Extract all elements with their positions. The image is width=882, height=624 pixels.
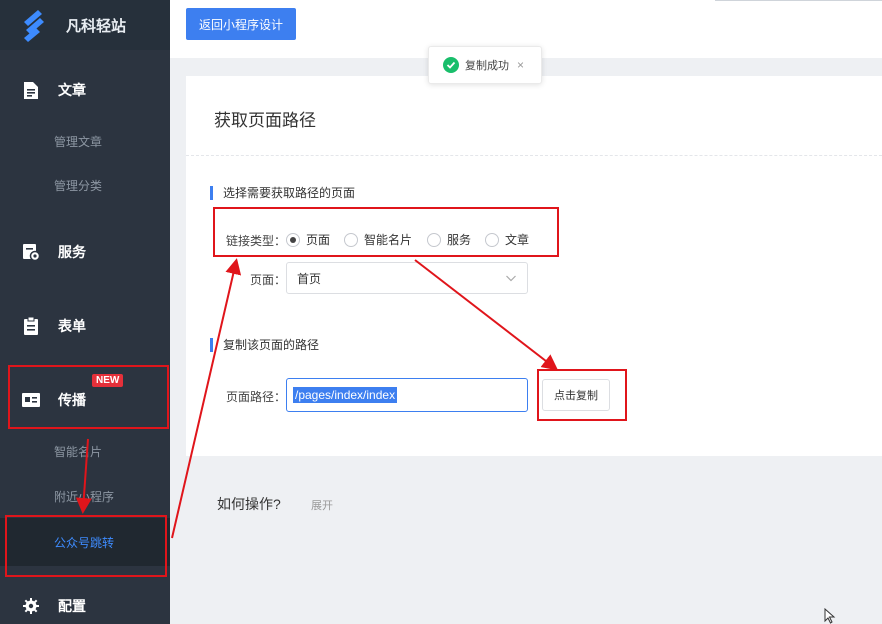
- link-type-label: 链接类型：: [226, 234, 287, 248]
- sidebar-item-manage-categories[interactable]: 管理分类: [0, 168, 170, 202]
- radio-smart-card[interactable]: 智能名片: [344, 231, 412, 248]
- nav-group-spread[interactable]: 传播: [0, 380, 170, 420]
- radio-article[interactable]: 文章: [485, 231, 529, 248]
- toast-text: 复制成功: [465, 60, 509, 72]
- back-to-design-button[interactable]: 返回小程序设计: [186, 8, 296, 40]
- check-circle-icon: [443, 57, 459, 73]
- nav-label-spread: 传播: [58, 392, 86, 408]
- nav-label-config: 配置: [58, 598, 86, 614]
- new-badge: NEW: [92, 374, 124, 387]
- page-label: 页面：: [250, 273, 287, 287]
- page-select[interactable]: 首页: [286, 262, 528, 294]
- sidebar-item-nearby-miniprogram[interactable]: 附近小程序: [0, 479, 170, 513]
- service-icon: [22, 243, 40, 261]
- sidebar: 凡科轻站 文章 管理文章 管理分类 服务 表单 传播 NEW 智能名片 附近小程…: [0, 0, 170, 624]
- brand-header[interactable]: 凡科轻站: [0, 0, 170, 50]
- copy-success-toast: 复制成功 ×: [428, 46, 542, 84]
- nav-label-service: 服务: [58, 244, 86, 260]
- sidebar-item-manage-articles[interactable]: 管理文章: [0, 124, 170, 158]
- sidebar-item-smart-card[interactable]: 智能名片: [0, 434, 170, 468]
- divider: [186, 155, 882, 156]
- howto-title: 如何操作?: [217, 496, 281, 512]
- radio-label: 服务: [447, 233, 472, 247]
- path-label: 页面路径：: [226, 390, 287, 404]
- radio-button[interactable]: [485, 232, 499, 247]
- top-divider: [715, 0, 882, 1]
- sidebar-item-official-account-jump[interactable]: 公众号跳转: [0, 518, 170, 566]
- gear-icon: [22, 597, 40, 615]
- section-select-page: 选择需要获取路径的页面: [210, 186, 355, 200]
- copy-path-button[interactable]: 点击复制: [542, 379, 610, 411]
- section-copy-path: 复制该页面的路径: [210, 338, 319, 352]
- document-icon: [22, 81, 40, 99]
- page-select-value: 首页: [297, 271, 322, 286]
- expand-link[interactable]: 展开: [311, 497, 333, 513]
- radio-service[interactable]: 服务: [427, 231, 471, 248]
- radio-button[interactable]: [286, 232, 300, 247]
- radio-label: 智能名片: [364, 233, 413, 247]
- id-card-icon: [22, 391, 40, 409]
- brand-logo-icon: [24, 10, 44, 42]
- nav-group-form[interactable]: 表单: [0, 306, 170, 346]
- nav-group-article[interactable]: 文章: [0, 70, 170, 110]
- radio-label: 页面: [306, 233, 331, 247]
- path-value: /pages/index/index: [293, 387, 398, 403]
- clipboard-icon: [22, 317, 40, 335]
- brand-name: 凡科轻站: [66, 17, 127, 35]
- nav-group-service[interactable]: 服务: [0, 232, 170, 272]
- page-title: 获取页面路径: [214, 111, 316, 130]
- radio-button[interactable]: [344, 232, 358, 247]
- nav-label-article: 文章: [58, 82, 86, 98]
- chevron-down-icon: [506, 275, 516, 282]
- close-icon[interactable]: ×: [517, 58, 524, 72]
- radio-page[interactable]: 页面: [286, 231, 330, 248]
- get-page-path-card: 获取页面路径 选择需要获取路径的页面 链接类型： 页面 智能名片 服务 文章 页…: [186, 76, 882, 456]
- nav-label-form: 表单: [58, 318, 86, 334]
- radio-button[interactable]: [427, 232, 441, 247]
- mouse-cursor-icon: [824, 608, 836, 624]
- nav-group-config[interactable]: 配置: [0, 586, 170, 624]
- radio-label: 文章: [505, 233, 530, 247]
- path-input[interactable]: /pages/index/index: [286, 378, 528, 412]
